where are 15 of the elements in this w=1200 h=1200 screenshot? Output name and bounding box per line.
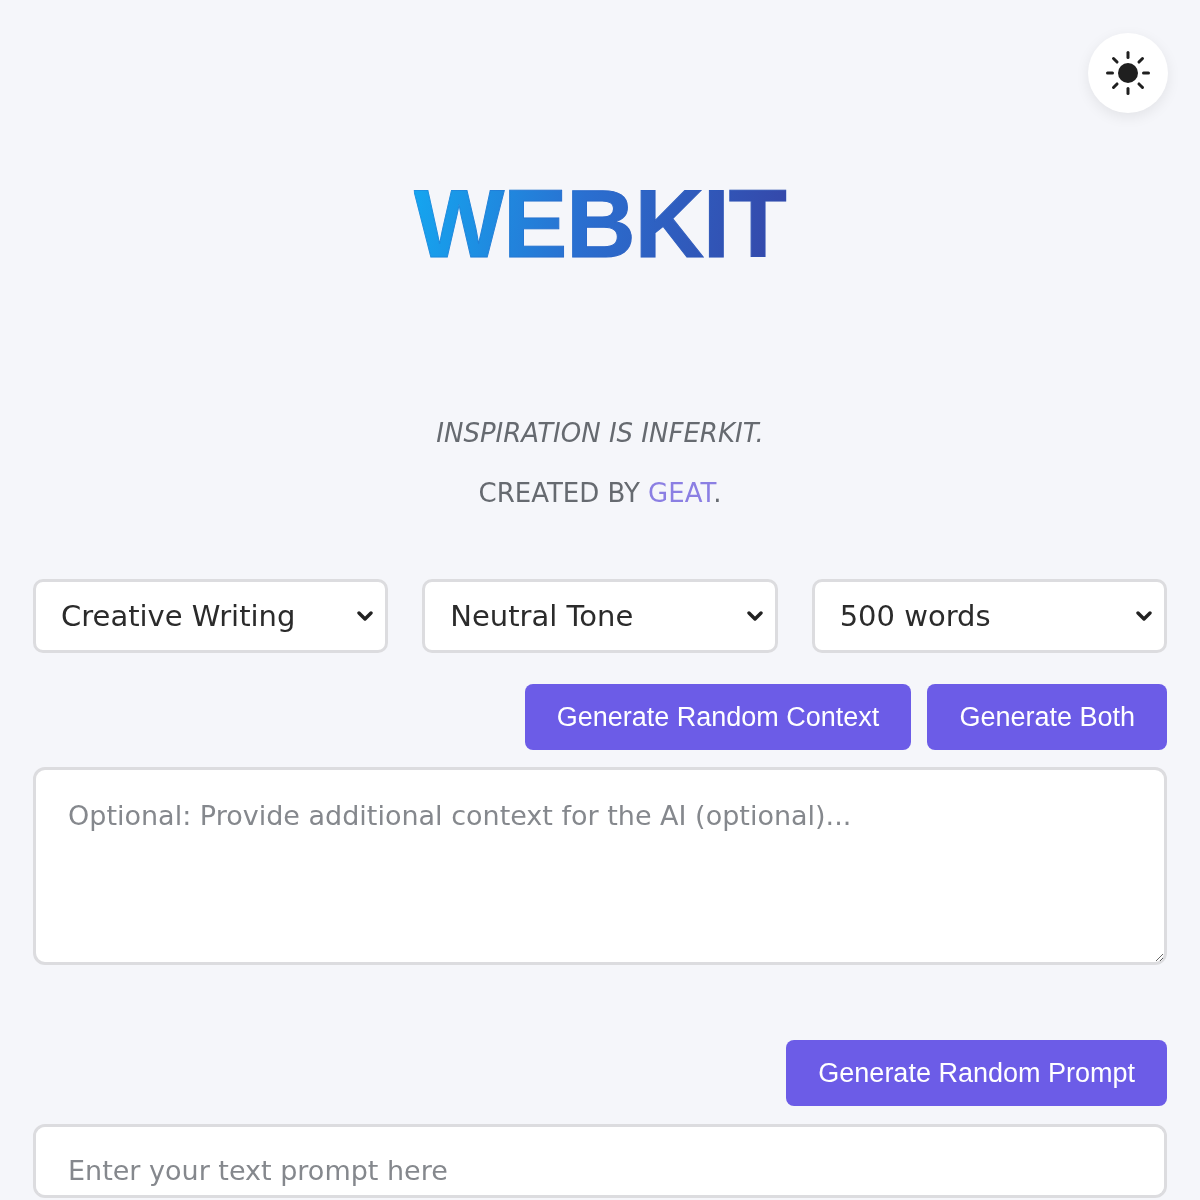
credit-text: CREATED BY GEAT. [478,477,722,509]
dropdown[interactable]: Neutral Tone [422,579,778,653]
tagline-text: INSPIRATION IS INFERKIT. [436,417,764,449]
author-link[interactable]: GEAT [648,478,714,508]
action-button[interactable]: Generate Both [927,684,1167,750]
dropdown[interactable]: Creative Writing [33,579,389,653]
action-button[interactable]: Generate Random Context [524,684,912,750]
prompt-field[interactable]: Enter your text prompt here [33,1124,1167,1198]
dropdown[interactable]: 500 words [811,579,1167,653]
action-button[interactable]: Generate Random Prompt [786,1040,1167,1106]
chevron-down-icon [1136,610,1152,622]
context-field[interactable]: Optional: Provide additional context for the AI (optional)... [33,767,1167,965]
sun-icon [1105,50,1151,96]
chevron-down-icon [357,610,374,622]
chevron-down-icon [746,610,763,622]
